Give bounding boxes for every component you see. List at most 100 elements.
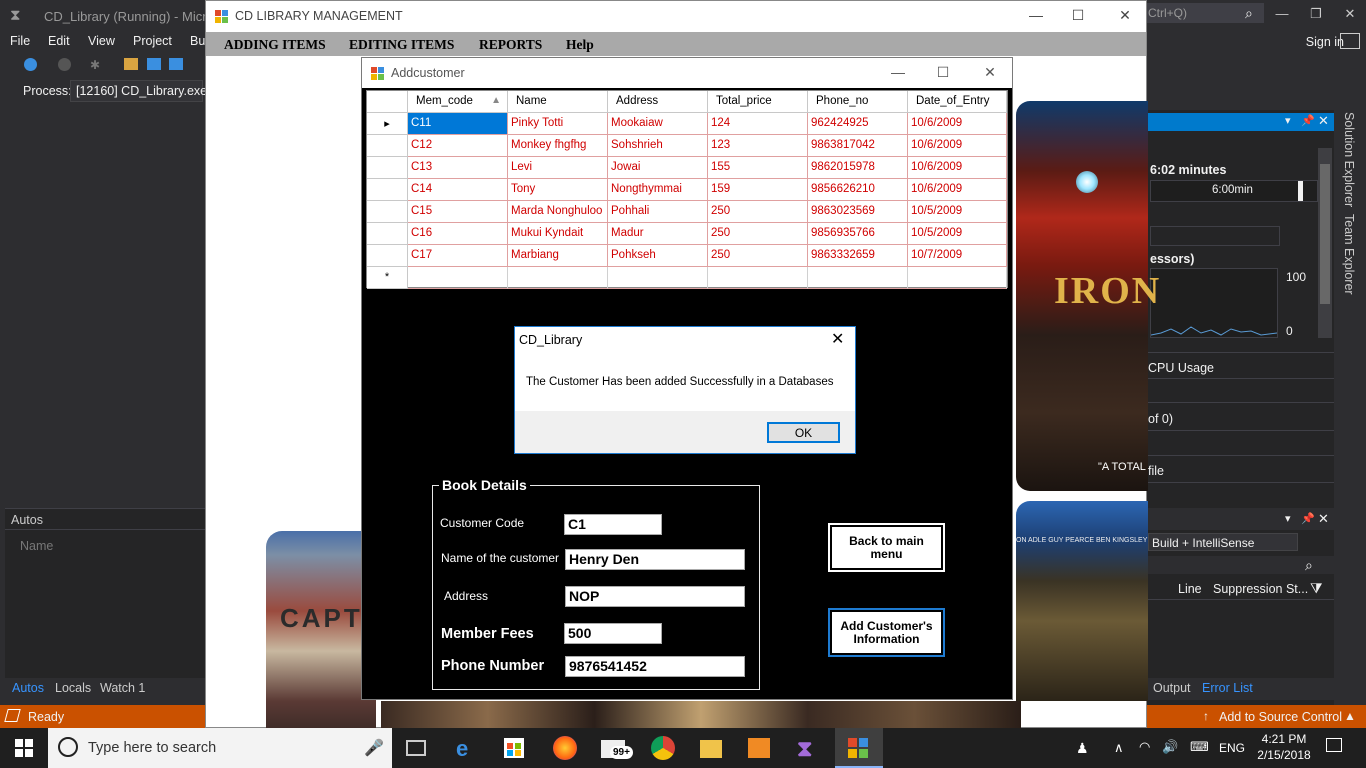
cell-address[interactable]: Pohhali	[608, 201, 708, 223]
column-header-address[interactable]: Address	[608, 91, 708, 113]
table-row[interactable]: C17 Marbiang Pohkseh 250 9863332659 10/7/2009	[367, 245, 1007, 267]
add-customer-info-button[interactable]: Add Customer's Information	[828, 608, 945, 657]
autos-name-column[interactable]: Name	[20, 539, 53, 553]
cell-total-price[interactable]: 250	[708, 223, 808, 245]
table-row[interactable]: C15 Marda Nonghuloo Pohhali 250 9863023569 10…	[367, 201, 1007, 223]
menu-reports[interactable]: REPORTS	[479, 37, 542, 53]
table-row[interactable]: C16 Mukui Kyndait Madur 250 9856935766 10/5/2…	[367, 223, 1007, 245]
new-row-cell[interactable]	[708, 267, 808, 289]
cell-date-of-entry[interactable]: 10/7/2009	[908, 245, 1007, 267]
table-row[interactable]: ▸ C11 Pinky Totti Mookaiaw 124 962424925 10/6/…	[367, 113, 1007, 135]
cell-name[interactable]: Pinky Totti	[508, 113, 608, 135]
customer-name-field[interactable]: Henry Den	[565, 549, 745, 570]
cell-phone-no[interactable]: 9856626210	[808, 179, 908, 201]
cell-date-of-entry[interactable]: 10/6/2009	[908, 179, 1007, 201]
build-filter-dropdown[interactable]: Build + IntelliSense	[1148, 533, 1298, 551]
grid-corner[interactable]	[367, 91, 408, 113]
file-explorer-icon[interactable]	[700, 740, 722, 758]
feedback-icon[interactable]	[1340, 33, 1360, 49]
vs-menu-view[interactable]: View	[88, 34, 115, 48]
search-icon[interactable]: ⌕	[1245, 5, 1253, 22]
cell-phone-no[interactable]: 9863332659	[808, 245, 908, 267]
windows-start-icon[interactable]	[15, 739, 33, 757]
cell-address[interactable]: Mookaiaw	[608, 113, 708, 135]
cell-mem-code[interactable]: C15	[408, 201, 508, 223]
back-icon[interactable]	[24, 58, 38, 71]
people-icon[interactable]: ♟	[1076, 740, 1089, 757]
cpu-usage-label[interactable]: CPU Usage	[1148, 361, 1214, 375]
volume-icon[interactable]: 🔊	[1162, 739, 1178, 755]
chrome-icon[interactable]	[651, 736, 675, 760]
microphone-icon[interactable]: 🎤	[364, 738, 384, 758]
row-header[interactable]	[367, 179, 408, 201]
menu-adding-items[interactable]: ADDING ITEMS	[224, 37, 326, 53]
column-header-mem-code[interactable]: Mem_code ▲	[408, 91, 508, 113]
cell-name[interactable]: Levi	[508, 157, 608, 179]
column-header-phone-no[interactable]: Phone_no	[808, 91, 908, 113]
wifi-icon[interactable]: ◠	[1139, 739, 1150, 755]
cell-date-of-entry[interactable]: 10/5/2009	[908, 223, 1007, 245]
cell-total-price[interactable]: 250	[708, 201, 808, 223]
tab-error-list[interactable]: Error List	[1202, 681, 1253, 695]
profile-item[interactable]: file	[1148, 464, 1164, 478]
vs-menu-build[interactable]: Bu	[190, 34, 205, 48]
customer-code-field[interactable]: C1	[564, 514, 662, 535]
customer-data-grid[interactable]: Mem_code ▲ Name Address Total_price Phone…	[366, 90, 1008, 289]
table-row[interactable]: C12 Monkey fhgfhg Sohshrieh 123 9863817042 10…	[367, 135, 1007, 157]
media-player-icon[interactable]	[748, 738, 770, 758]
cell-name[interactable]: Monkey fhgfhg	[508, 135, 608, 157]
action-center-icon[interactable]	[1326, 738, 1342, 752]
sign-in-link[interactable]: Sign in	[1306, 35, 1344, 49]
search-icon[interactable]: ⌕	[1305, 557, 1313, 574]
ok-button[interactable]: OK	[767, 422, 840, 443]
new-row-cell[interactable]	[508, 267, 608, 289]
cell-total-price[interactable]: 123	[708, 135, 808, 157]
vs-minimize-icon[interactable]: —	[1272, 6, 1292, 24]
pin-icon[interactable]: 📌	[1301, 512, 1315, 525]
new-row[interactable]: *	[367, 267, 1007, 289]
tab-watch-1[interactable]: Watch 1	[100, 681, 145, 695]
edge-browser-icon[interactable]: e	[456, 736, 480, 761]
cd-library-taskbar-button[interactable]	[835, 728, 883, 768]
minimize-icon[interactable]: —	[884, 64, 912, 82]
maximize-icon[interactable]: ☐	[929, 64, 957, 82]
new-row-asterisk-icon[interactable]: *	[367, 267, 408, 289]
close-icon[interactable]: ✕	[976, 64, 1004, 82]
menu-help[interactable]: Help	[566, 37, 594, 53]
column-line[interactable]: Line	[1178, 582, 1202, 596]
filter-icon[interactable]: ⧩	[1310, 580, 1323, 597]
close-icon[interactable]: ✕	[1318, 113, 1329, 129]
visual-studio-icon[interactable]: ⧗	[797, 736, 821, 761]
cell-mem-code[interactable]: C16	[408, 223, 508, 245]
open-folder-icon[interactable]	[124, 58, 138, 70]
cell-total-price[interactable]: 159	[708, 179, 808, 201]
cell-phone-no[interactable]: 9863817042	[808, 135, 908, 157]
row-header[interactable]	[367, 157, 408, 179]
new-row-cell[interactable]	[808, 267, 908, 289]
vs-restore-icon[interactable]: ❐	[1306, 6, 1326, 24]
row-header[interactable]	[367, 201, 408, 223]
vs-menu-edit[interactable]: Edit	[48, 34, 70, 48]
new-row-cell[interactable]	[408, 267, 508, 289]
cortana-icon[interactable]	[58, 737, 78, 757]
menu-editing-items[interactable]: EDITING ITEMS	[349, 37, 454, 53]
cell-name[interactable]: Tony	[508, 179, 608, 201]
add-to-source-control[interactable]: Add to Source Control	[1219, 710, 1342, 724]
new-row-cell[interactable]	[608, 267, 708, 289]
cell-date-of-entry[interactable]: 10/5/2009	[908, 201, 1007, 223]
cell-total-price[interactable]: 155	[708, 157, 808, 179]
show-hidden-icons-icon[interactable]: ∧	[1114, 740, 1124, 756]
column-header-name[interactable]: Name	[508, 91, 608, 113]
tab-autos[interactable]: Autos	[12, 681, 44, 695]
clock[interactable]: 4:21 PM 2/15/2018	[1254, 731, 1314, 763]
task-view-icon[interactable]	[406, 740, 426, 756]
dropdown-icon[interactable]: ▾	[1285, 114, 1291, 127]
cell-address[interactable]: Pohkseh	[608, 245, 708, 267]
row-header[interactable]	[367, 135, 408, 157]
member-fees-field[interactable]: 500	[564, 623, 662, 644]
cell-total-price[interactable]: 250	[708, 245, 808, 267]
cell-total-price[interactable]: 124	[708, 113, 808, 135]
tab-solution-explorer[interactable]: Solution Explorer	[1342, 112, 1356, 207]
cell-name[interactable]: Marda Nonghuloo	[508, 201, 608, 223]
close-icon[interactable]: ✕	[1318, 511, 1329, 527]
